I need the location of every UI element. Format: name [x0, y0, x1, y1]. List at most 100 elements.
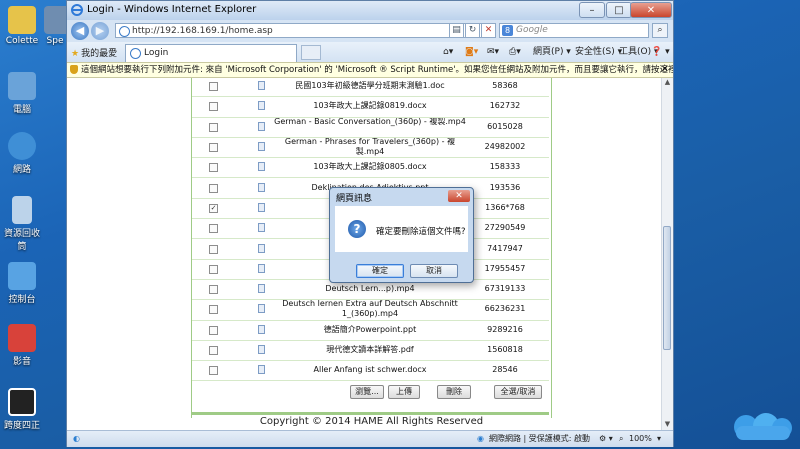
desktop-icon-label: Colette: [5, 36, 39, 46]
question-icon: ?: [348, 220, 366, 238]
infobar-text: 這個網站想要執行下列附加元件: 來自 'Microsoft Corporatio…: [81, 65, 673, 75]
file-checkbox[interactable]: [209, 305, 218, 315]
browse-button[interactable]: 瀏覽...: [350, 385, 384, 399]
file-size: 28546: [492, 365, 518, 375]
computer-icon: [8, 72, 36, 100]
delete-button[interactable]: 刪除: [437, 385, 471, 399]
file-name[interactable]: German - Phrases for Travelers_(360p) - …: [272, 137, 468, 157]
address-bar[interactable]: http://192.168.169.1/home.asp: [115, 23, 491, 38]
file-checkbox[interactable]: [209, 224, 218, 234]
file-checkbox[interactable]: [209, 82, 218, 92]
window-title: Login - Windows Internet Explorer: [87, 4, 257, 15]
file-size: 7417947: [487, 243, 523, 253]
file-icon: [258, 345, 265, 355]
close-window-button[interactable]: ✕: [630, 2, 672, 18]
scroll-up-arrow-icon[interactable]: ▲: [662, 78, 673, 88]
close-infobar-icon[interactable]: ✕: [661, 63, 669, 77]
file-size: 66236231: [484, 304, 526, 314]
file-icon: [258, 304, 265, 314]
file-size: 1366*768: [485, 202, 525, 212]
status-zone-text: 網際網路 | 受保護模式: 啟動: [489, 434, 591, 443]
file-checkbox[interactable]: [209, 163, 218, 173]
file-checkbox[interactable]: [209, 346, 218, 356]
file-icon: [258, 223, 265, 233]
home-icon[interactable]: ⌂▾: [443, 45, 453, 59]
file-icon: [258, 365, 265, 375]
desktop-icon-computer[interactable]: 電腦: [0, 72, 44, 115]
file-checkbox[interactable]: [209, 264, 218, 274]
page-favicon-icon: [119, 26, 130, 37]
forward-button[interactable]: ▶: [91, 22, 109, 40]
favorites-label: 我的最愛: [81, 49, 118, 59]
stop-button[interactable]: ✕: [481, 23, 496, 38]
cancel-button[interactable]: 取消: [410, 264, 458, 278]
file-checkbox[interactable]: ✓: [209, 203, 218, 213]
search-input[interactable]: 8 Google: [499, 23, 649, 38]
refresh-button[interactable]: ↻: [465, 23, 480, 38]
file-name[interactable]: Deutsch lernen Extra auf Deutsch Abschni…: [272, 299, 468, 319]
file-name[interactable]: 103年政大上課記錄0805.docx: [272, 162, 468, 172]
file-checkbox[interactable]: [209, 325, 218, 335]
dialog-close-button[interactable]: ✕: [448, 190, 470, 202]
folder-icon: [8, 6, 36, 34]
scroll-down-arrow-icon[interactable]: ▼: [662, 420, 673, 430]
minimize-button[interactable]: –: [579, 2, 605, 18]
scrollbar-thumb[interactable]: [663, 226, 671, 350]
confirm-dialog: 網頁訊息 ✕ ? 確定要刪除這個文件嗎? 確定 取消: [329, 187, 474, 283]
rss-feed-icon[interactable]: ◙▾: [465, 45, 478, 59]
desktop-icon-recycle-bin[interactable]: 資源回收筒: [0, 196, 44, 252]
file-checkbox[interactable]: [209, 143, 218, 153]
select-all-button[interactable]: 全選/取消: [494, 385, 542, 399]
command-safety-menu[interactable]: 安全性(S) ▾: [575, 45, 622, 59]
search-icon[interactable]: ⌕: [652, 23, 668, 38]
help-menu-icon[interactable]: ❓ ▾: [651, 45, 670, 59]
settings-icon[interactable]: ⚙ ▾: [599, 431, 613, 447]
google-search-icon: 8: [502, 25, 513, 36]
file-icon: [258, 263, 265, 273]
file-name[interactable]: 民國103年初級德語學分班期末測驗1.doc: [272, 81, 468, 91]
desktop-icon-network[interactable]: 網路: [0, 132, 44, 175]
file-row: Aller Anfang ist schwer.docx 28546: [192, 360, 549, 382]
new-tab-button[interactable]: [301, 45, 321, 60]
file-checkbox[interactable]: [209, 285, 218, 295]
file-name[interactable]: 現代德文讀本詳解答.pdf: [272, 345, 468, 355]
status-bar: ◐ ◉ 網際網路 | 受保護模式: 啟動 ⚙ ▾ ⌕ 100% ▾: [67, 430, 673, 447]
zoom-level[interactable]: 100%: [629, 431, 652, 447]
file-checkbox[interactable]: [209, 244, 218, 254]
security-shield-icon: [70, 65, 78, 74]
upload-button[interactable]: 上傳: [388, 385, 420, 399]
zoom-dropdown-icon[interactable]: ▾: [657, 431, 661, 447]
file-checkbox[interactable]: [209, 183, 218, 193]
file-icon: [258, 121, 265, 131]
ithome-watermark-logo: [734, 413, 792, 440]
mail-icon[interactable]: ✉▾: [487, 45, 499, 59]
desktop-icon-media[interactable]: 影音: [0, 324, 44, 367]
desktop-icon-control-panel[interactable]: 控制台: [0, 262, 44, 305]
favorites-button[interactable]: ★ 我的最愛: [71, 46, 117, 59]
desktop-icon-colette[interactable]: Colette: [0, 6, 44, 46]
tab-login[interactable]: Login: [125, 44, 297, 62]
desktop-icon-app[interactable]: 跨度四正: [0, 388, 44, 431]
file-icon: [258, 243, 265, 253]
file-name[interactable]: Deutsch Lern...p).mp4: [272, 284, 468, 294]
file-checkbox[interactable]: [209, 122, 218, 132]
file-checkbox[interactable]: [209, 366, 218, 376]
maximize-button[interactable]: □: [606, 2, 632, 18]
dialog-body: ? 確定要刪除這個文件嗎?: [335, 206, 468, 252]
file-name[interactable]: Aller Anfang ist schwer.docx: [272, 365, 468, 375]
dialog-message: 確定要刪除這個文件嗎?: [376, 227, 466, 237]
file-name[interactable]: 德語簡介Powerpoint.ppt: [272, 325, 468, 335]
desktop-icon-spe[interactable]: Spe: [44, 6, 66, 46]
print-icon[interactable]: ⎙▾: [509, 45, 521, 59]
ok-button[interactable]: 確定: [356, 264, 404, 278]
vertical-scrollbar[interactable]: ▲ ▼: [661, 78, 673, 430]
tab-title: Login: [144, 48, 169, 58]
file-name[interactable]: German - Basic Conversation_(360p) - 複製.…: [272, 117, 468, 127]
information-bar[interactable]: 這個網站想要執行下列附加元件: 來自 'Microsoft Corporatio…: [67, 62, 673, 78]
desktop-icon-label: 控制台: [8, 295, 36, 305]
command-page-menu[interactable]: 網頁(P) ▾: [533, 45, 571, 59]
file-name[interactable]: 103年政大上課記錄0819.docx: [272, 101, 468, 111]
compatibility-view-button[interactable]: ▤: [449, 23, 464, 38]
back-button[interactable]: ◀: [71, 22, 89, 40]
file-checkbox[interactable]: [209, 102, 218, 112]
